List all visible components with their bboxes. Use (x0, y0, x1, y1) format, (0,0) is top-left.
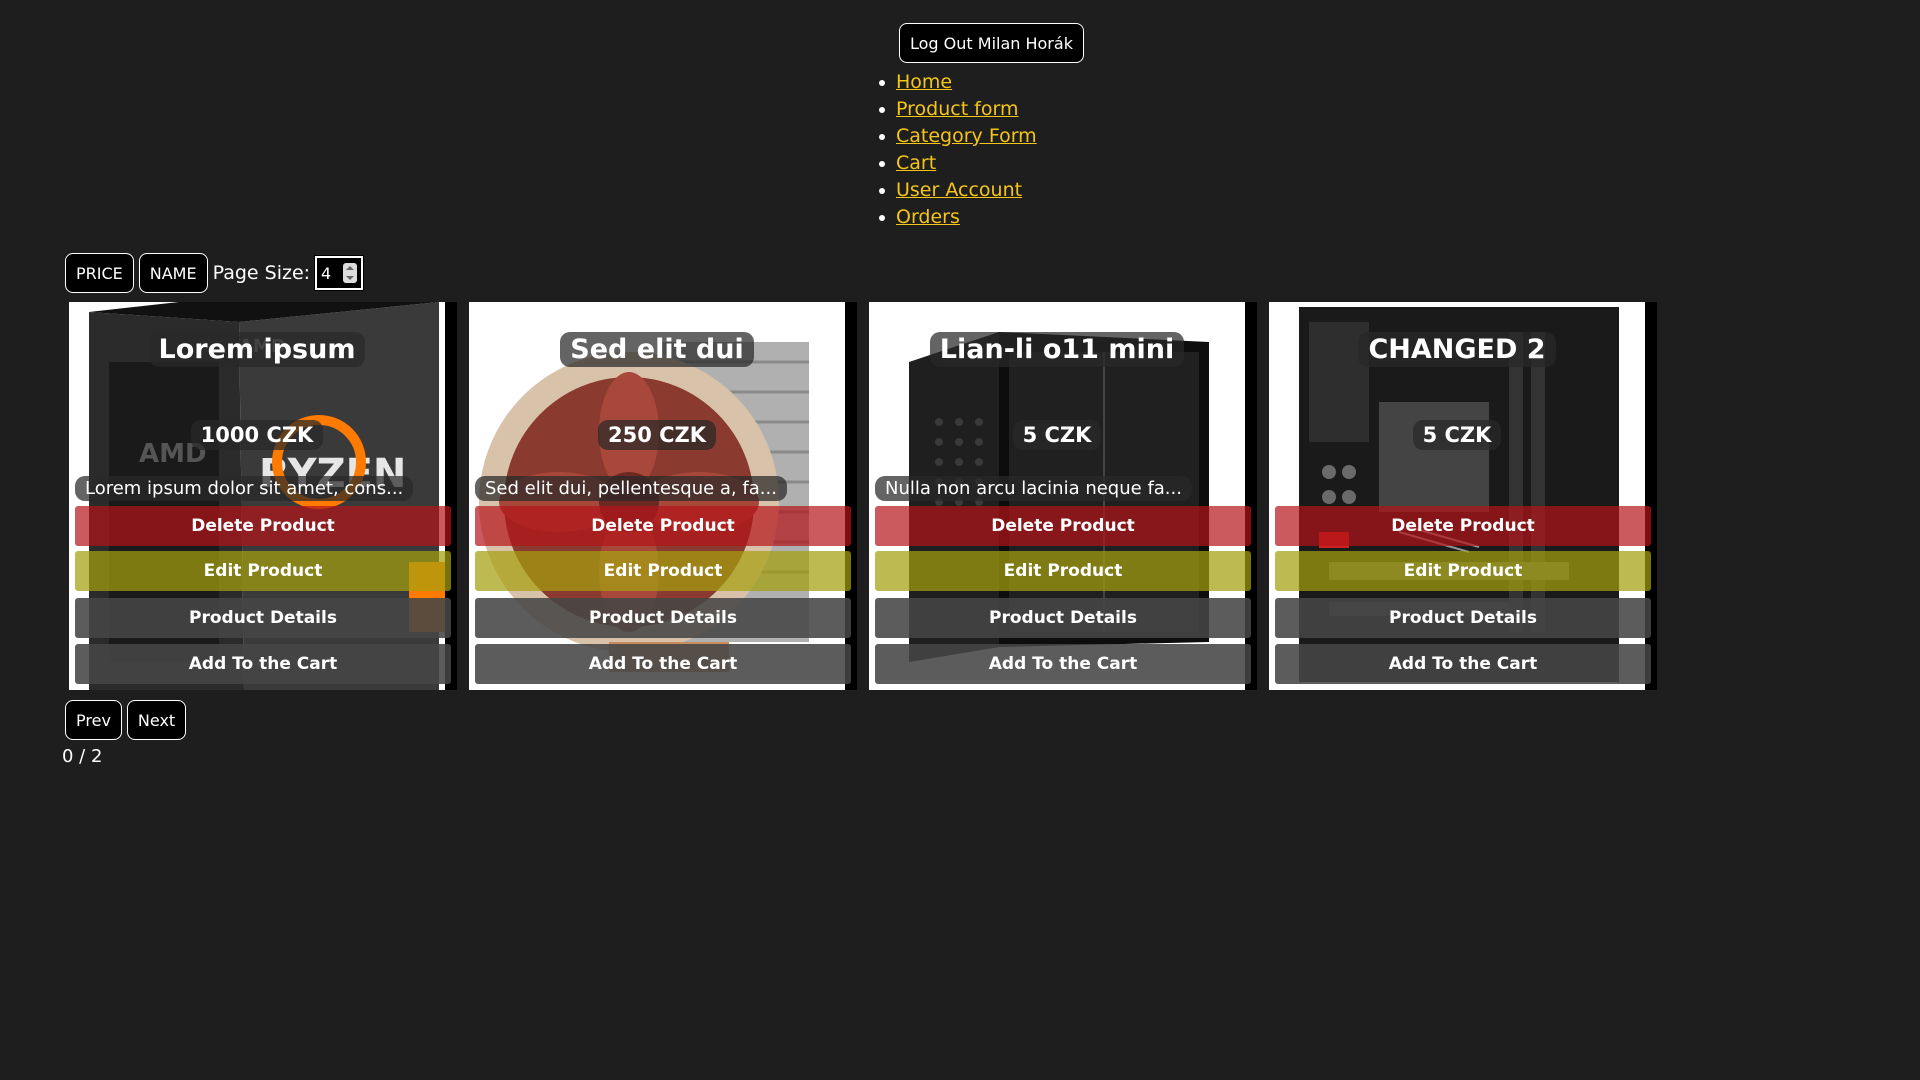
add-to-cart-button[interactable]: Add To the Cart (475, 644, 851, 684)
nav-item-category-form: Category Form (879, 123, 1037, 150)
delete-product-button[interactable]: Delete Product (1275, 506, 1651, 546)
product-price-wrap: 1000 CZK (69, 420, 445, 450)
add-to-cart-button[interactable]: Add To the Cart (75, 644, 451, 684)
nav-item-product-form: Product form (879, 96, 1037, 123)
edit-product-button[interactable]: Edit Product (1275, 551, 1651, 591)
next-page-button[interactable]: Next (126, 700, 187, 740)
product-card: AMD RYZEN AMD Lorem ipsum 1000 CZK Lorem… (69, 302, 457, 690)
nav-link-product-form[interactable]: Product form (896, 98, 1018, 120)
product-description: Nulla non arcu lacinia neque fa... (875, 476, 1192, 501)
product-desc-wrap: Sed elit dui, pellentesque a, fa... (475, 476, 787, 501)
nav-link-user-account[interactable]: User Account (896, 179, 1022, 201)
product-price-wrap: 5 CZK (1269, 420, 1645, 450)
logout-button[interactable]: Log Out Milan Horák (899, 23, 1084, 63)
edit-product-button[interactable]: Edit Product (75, 551, 451, 591)
product-grid: AMD RYZEN AMD Lorem ipsum 1000 CZK Lorem… (69, 302, 1657, 690)
delete-product-button[interactable]: Delete Product (475, 506, 851, 546)
edit-product-button[interactable]: Edit Product (475, 551, 851, 591)
sort-name-button[interactable]: NAME (138, 253, 208, 293)
nav-link-category-form[interactable]: Category Form (896, 125, 1037, 147)
sort-price-button[interactable]: PRICE (65, 253, 134, 293)
page-indicator: 0 / 2 (62, 746, 103, 767)
nav-item-home: Home (879, 69, 1037, 96)
product-details-button[interactable]: Product Details (75, 598, 451, 638)
product-card: Sed elit dui 250 CZK Sed elit dui, pelle… (469, 302, 857, 690)
product-details-button[interactable]: Product Details (475, 598, 851, 638)
spinner-icon[interactable] (343, 263, 358, 283)
product-desc-wrap: Nulla non arcu lacinia neque fa... (875, 476, 1192, 501)
list-controls: PRICE NAME Page Size: 4 (65, 253, 365, 293)
product-details-button[interactable]: Product Details (875, 598, 1251, 638)
product-price-wrap: 250 CZK (469, 420, 845, 450)
product-price: 5 CZK (1012, 420, 1102, 450)
product-desc-wrap: Lorem ipsum dolor sit amet, cons... (75, 476, 414, 501)
product-title: Lian-li o11 mini (929, 332, 1185, 367)
product-title-wrap: Lian-li o11 mini (869, 332, 1245, 367)
nav-link-home[interactable]: Home (896, 71, 952, 93)
product-title-wrap: CHANGED 2 (1269, 332, 1645, 367)
product-price: 250 CZK (597, 420, 717, 450)
product-card: CHANGED 2 5 CZK Delete Product Edit Prod… (1269, 302, 1657, 690)
edit-product-button[interactable]: Edit Product (875, 551, 1251, 591)
product-title-wrap: Lorem ipsum (69, 332, 445, 367)
add-to-cart-button[interactable]: Add To the Cart (1275, 644, 1651, 684)
nav-item-orders: Orders (879, 204, 1037, 231)
delete-product-button[interactable]: Delete Product (75, 506, 451, 546)
nav-link-orders[interactable]: Orders (896, 206, 960, 228)
page-size-input[interactable]: 4 (314, 255, 365, 291)
product-title-wrap: Sed elit dui (469, 332, 845, 367)
nav-link-cart[interactable]: Cart (896, 152, 936, 174)
pagination: Prev Next (65, 700, 187, 740)
delete-product-button[interactable]: Delete Product (875, 506, 1251, 546)
product-title: Lorem ipsum (148, 332, 366, 367)
product-details-button[interactable]: Product Details (1275, 598, 1651, 638)
product-description: Lorem ipsum dolor sit amet, cons... (75, 476, 414, 501)
product-price-wrap: 5 CZK (869, 420, 1245, 450)
add-to-cart-button[interactable]: Add To the Cart (875, 644, 1251, 684)
page-size-value: 4 (321, 263, 332, 283)
nav-item-cart: Cart (879, 150, 1037, 177)
page-size-label: Page Size: (212, 262, 311, 284)
product-description: Sed elit dui, pellentesque a, fa... (475, 476, 787, 501)
product-card: Lian-li o11 mini 5 CZK Nulla non arcu la… (869, 302, 1257, 690)
product-price: 1000 CZK (190, 420, 324, 450)
product-price: 5 CZK (1412, 420, 1502, 450)
product-title: CHANGED 2 (1358, 332, 1556, 367)
prev-page-button[interactable]: Prev (65, 700, 122, 740)
nav-item-user-account: User Account (879, 177, 1037, 204)
main-nav: Home Product form Category Form Cart Use… (879, 69, 1037, 231)
product-title: Sed elit dui (560, 332, 754, 367)
